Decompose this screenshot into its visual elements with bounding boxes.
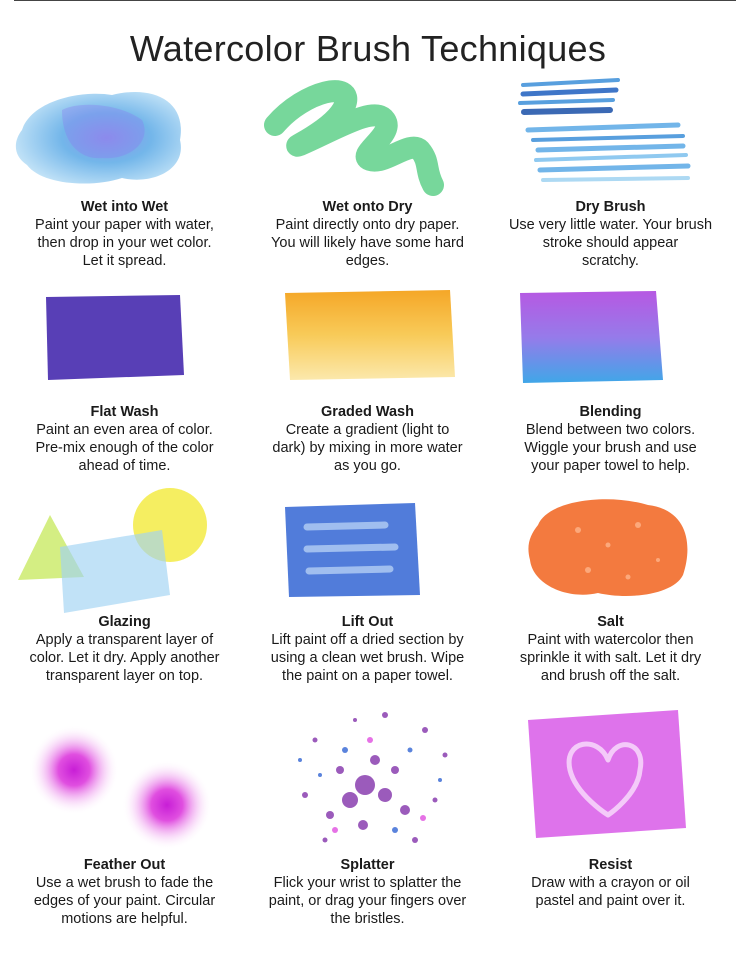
technique-desc-line: as you go. (334, 458, 401, 474)
technique-desc-line: Use a wet brush to fade the (35, 875, 214, 891)
technique-dry-brush: Dry Brush Use very little water. Your br… (488, 70, 733, 300)
technique-desc-line: Use very little water. Your brush (508, 217, 713, 233)
technique-desc-line: Lift paint off a dried section by (271, 632, 464, 648)
technique-name: Dry Brush (575, 199, 646, 215)
technique-name: Blending (579, 404, 642, 420)
technique-desc-line: and brush off the salt. (540, 668, 681, 684)
technique-desc-line: You will likely have some hard (271, 235, 464, 251)
technique-desc-line: stroke should appear (542, 235, 679, 251)
technique-desc-line: using a clean wet brush. Wipe (270, 650, 465, 666)
technique-desc-line: the bristles. (330, 911, 405, 927)
technique-desc-line: scratchy. (582, 253, 639, 269)
technique-name: Glazing (98, 614, 151, 630)
technique-desc-line: then drop in your wet color. (37, 235, 212, 251)
technique-salt: Salt Paint with watercolor then sprinkle… (488, 485, 733, 715)
technique-desc-line: sprinkle it with salt. Let it dry (519, 650, 702, 666)
technique-glazing: Glazing Apply a transparent layer of col… (2, 485, 247, 715)
technique-name: Lift Out (341, 614, 394, 630)
technique-desc-line: dark) by mixing in more water (272, 440, 463, 456)
technique-desc-line: edges. (345, 253, 390, 269)
technique-desc-line: paint, or drag your fingers over (268, 893, 467, 909)
technique-desc-line: color. Let it dry. Apply another (29, 650, 220, 666)
technique-flat-wash: Flat Wash Paint an even area of color. P… (2, 285, 247, 515)
technique-desc-line: Draw with a crayon or oil (531, 875, 690, 891)
technique-desc-line: Flick your wrist to splatter the (273, 875, 462, 891)
technique-desc-line: Blend between two colors. (525, 422, 696, 438)
technique-blending: Blending Blend between two colors. Wiggl… (488, 285, 733, 515)
technique-name: Flat Wash (90, 404, 159, 420)
technique-desc-line: your paper towel to help. (531, 458, 690, 474)
technique-name: Wet into Wet (80, 199, 169, 215)
technique-name: Feather Out (83, 857, 166, 873)
technique-desc-line: Apply a transparent layer of (35, 632, 214, 648)
technique-name: Wet onto Dry (322, 199, 413, 215)
technique-feather-out: Feather Out Use a wet brush to fade the … (2, 700, 247, 930)
technique-wet-into-wet: Wet into Wet Paint your paper with water… (2, 70, 247, 300)
technique-name: Graded Wash (321, 404, 414, 420)
technique-desc-line: pastel and paint over it. (535, 893, 686, 909)
technique-desc-line: Create a gradient (light to (285, 422, 450, 438)
technique-desc-line: ahead of time. (78, 458, 171, 474)
technique-desc-line: Paint your paper with water, (35, 217, 214, 233)
technique-desc-line: Paint directly onto dry paper. (275, 217, 460, 233)
technique-desc-line: Wiggle your brush and use (524, 440, 697, 456)
technique-name: Resist (588, 857, 633, 873)
technique-desc-line: the paint on a paper towel. (282, 668, 453, 684)
technique-desc-line: transparent layer on top. (45, 668, 204, 684)
technique-name: Salt (597, 614, 624, 630)
technique-lift-out: Lift Out Lift paint off a dried section … (245, 485, 490, 715)
technique-desc-line: Paint with watercolor then (527, 632, 694, 648)
technique-desc-line: Pre-mix enough of the color (35, 440, 214, 456)
technique-resist: Resist Draw with a crayon or oil pastel … (488, 700, 733, 930)
technique-splatter: Splatter Flick your wrist to splatter th… (245, 700, 490, 930)
technique-name: Splatter (340, 857, 395, 873)
technique-desc-line: Paint an even area of color. (36, 422, 213, 438)
top-rule (14, 0, 736, 1)
page-title: Watercolor Brush Techniques (129, 28, 607, 69)
technique-wet-onto-dry: Wet onto Dry Paint directly onto dry pap… (245, 70, 490, 300)
technique-desc-line: edges of your paint. Circular (33, 893, 216, 909)
technique-desc-line: Let it spread. (82, 253, 167, 269)
technique-desc-line: motions are helpful. (61, 911, 188, 927)
technique-graded-wash: Graded Wash Create a gradient (light to … (245, 285, 490, 515)
